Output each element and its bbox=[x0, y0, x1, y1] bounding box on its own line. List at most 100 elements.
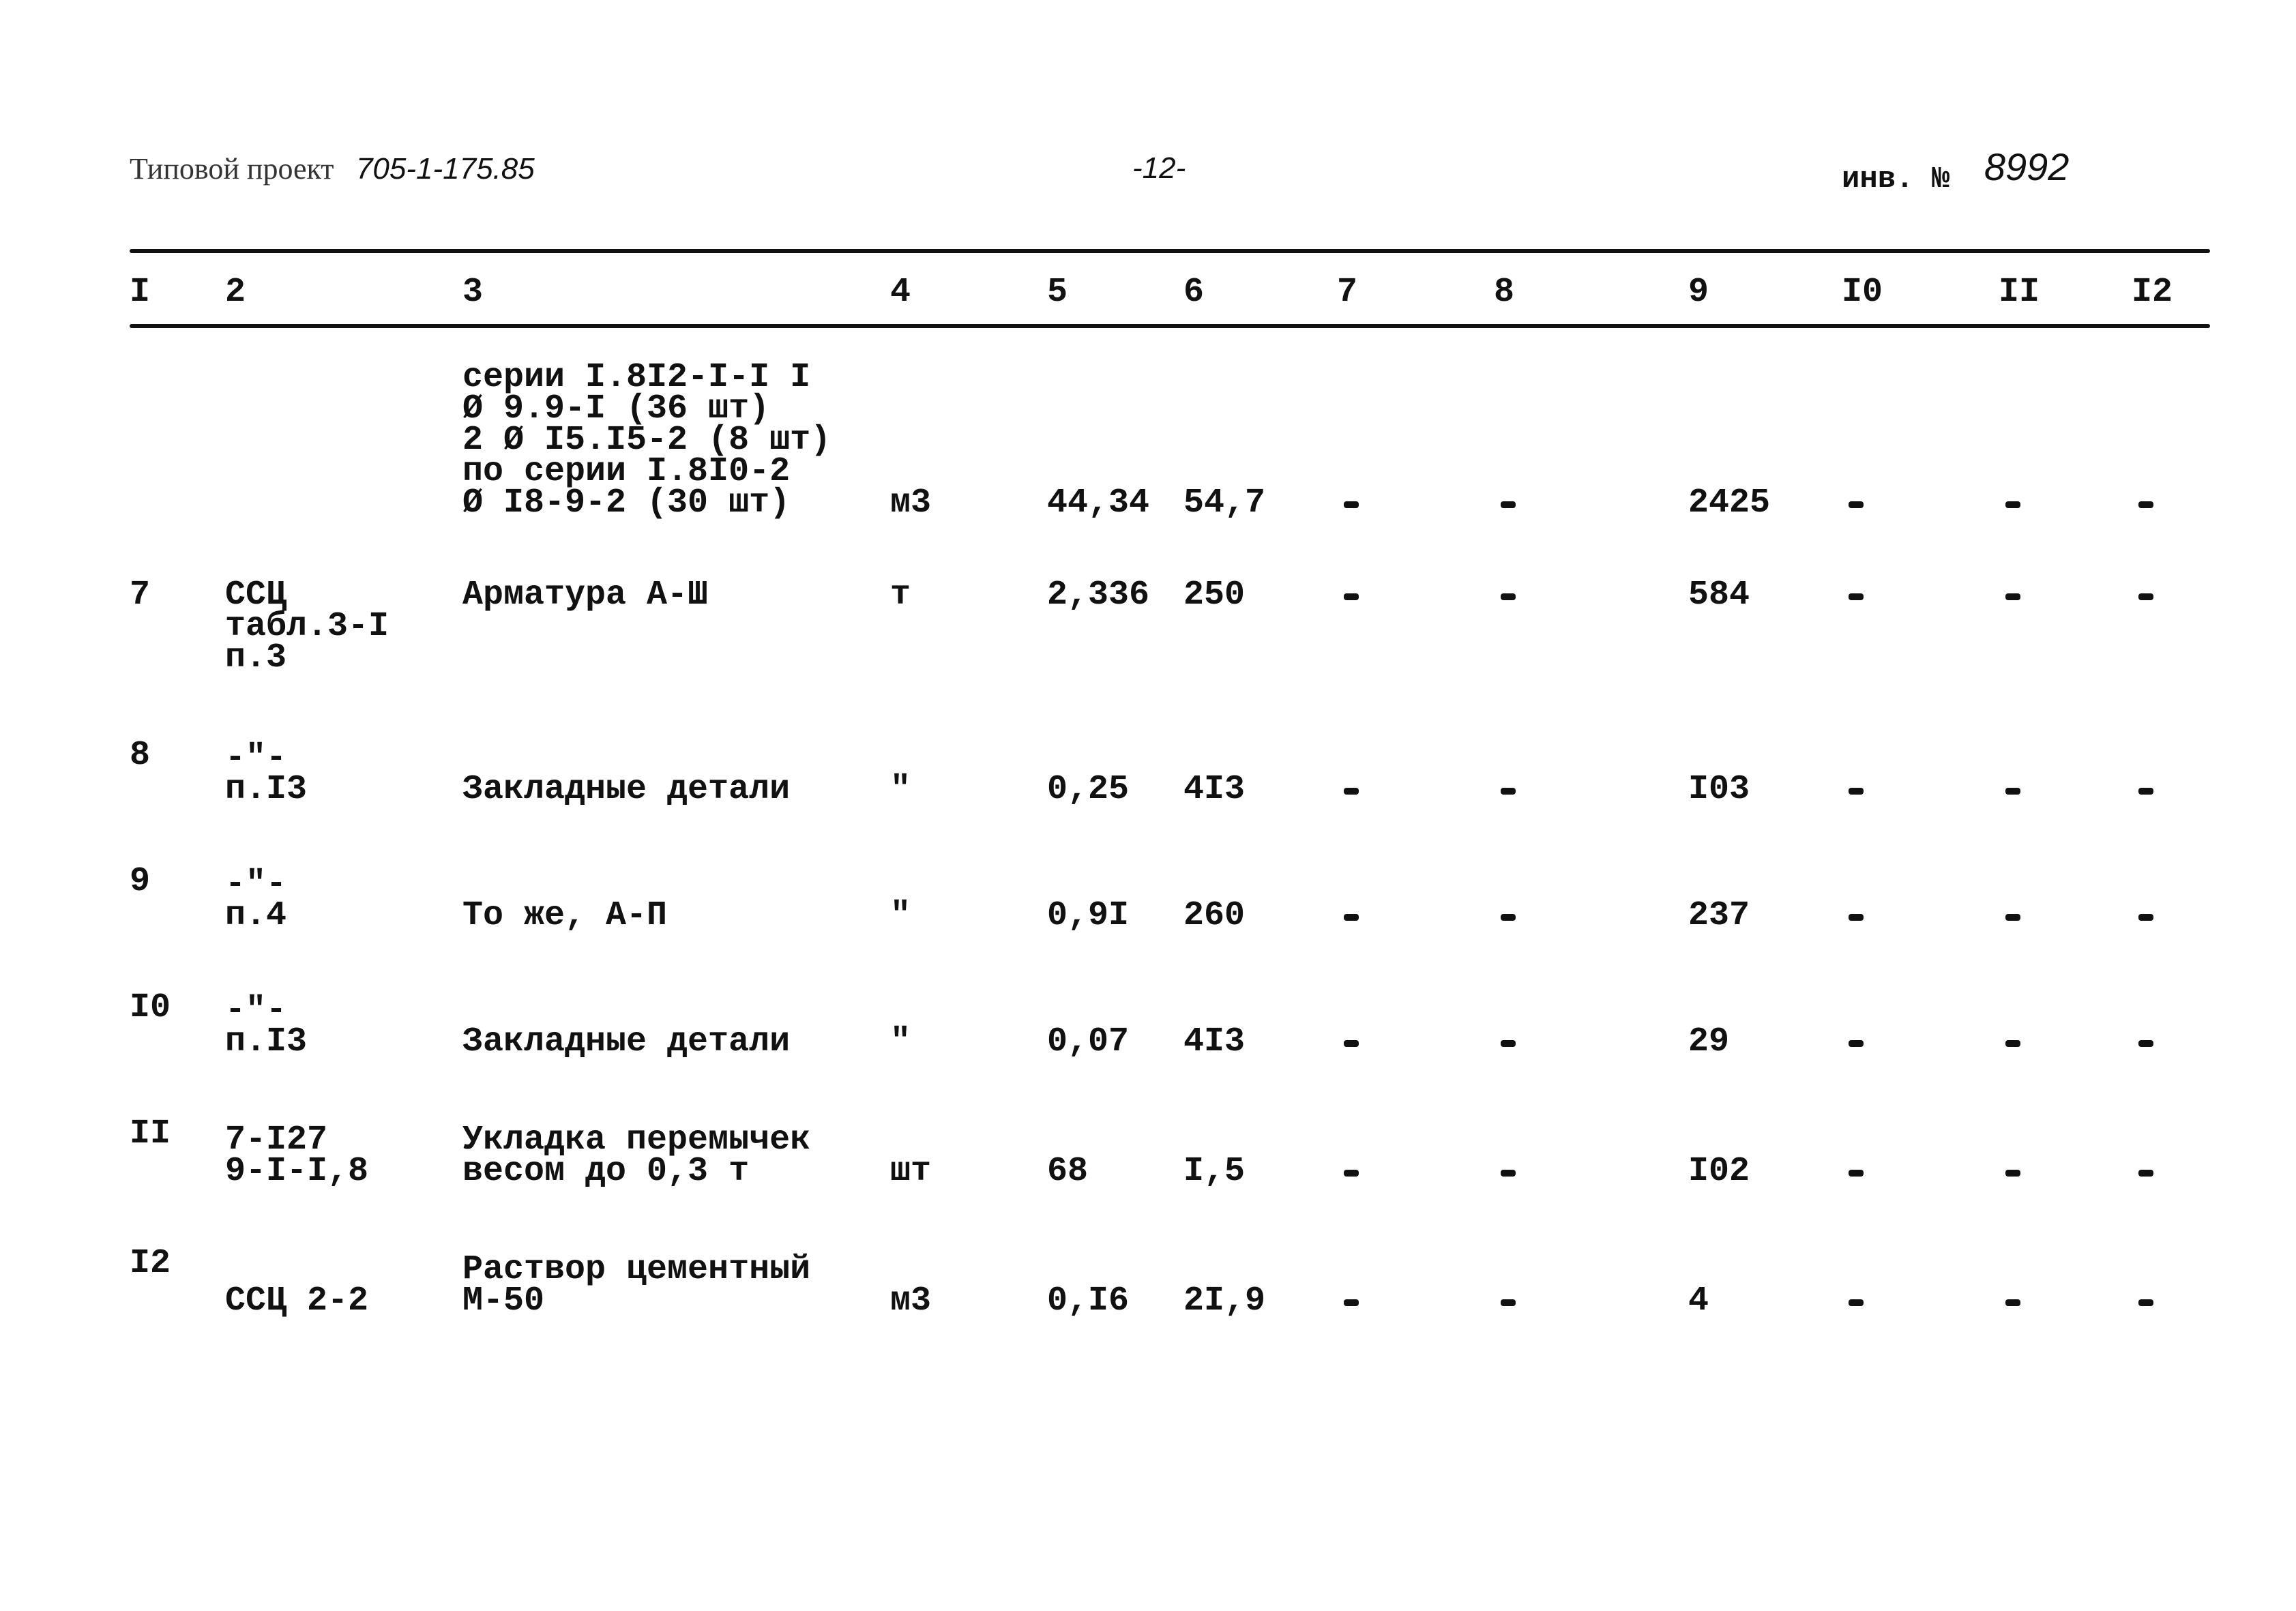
empty-cell-dash bbox=[1344, 1299, 1359, 1306]
quantity-cell: 0,I6 bbox=[1047, 1282, 1130, 1320]
total-cost-cell: 237 bbox=[1688, 896, 1750, 935]
total-cost-cell: 4 bbox=[1688, 1282, 1709, 1320]
reference-cell: -"- п.I3 bbox=[225, 991, 308, 1061]
inventory-label: инв. № bbox=[1842, 162, 1950, 196]
empty-cell-dash bbox=[1501, 1170, 1516, 1177]
work-description: Укладка перемычек весом до 0,3 т bbox=[462, 1121, 811, 1191]
unit-price-cell: 260 bbox=[1183, 896, 1246, 935]
empty-cell-dash bbox=[1501, 788, 1516, 795]
empty-cell-dash bbox=[1344, 914, 1359, 921]
inventory-value: 8992 bbox=[1984, 145, 2070, 188]
empty-cell-dash bbox=[2138, 501, 2153, 508]
item-number: 7 bbox=[130, 576, 151, 615]
empty-cell-dash bbox=[2005, 593, 2020, 600]
unit-cell: м3 bbox=[890, 484, 932, 522]
empty-cell-dash bbox=[1344, 1040, 1359, 1047]
empty-cell-dash bbox=[1849, 1299, 1864, 1306]
empty-cell-dash bbox=[2005, 1299, 2020, 1306]
unit-cell: " bbox=[890, 896, 911, 935]
empty-cell-dash bbox=[1501, 1040, 1516, 1047]
work-description: Раствор цементный М-50 bbox=[462, 1250, 811, 1320]
unit-price-cell: 4I3 bbox=[1183, 1022, 1246, 1061]
table-header-rule bbox=[130, 324, 2210, 328]
empty-cell-dash bbox=[1344, 501, 1359, 508]
project-label: Типовой проект bbox=[130, 152, 334, 186]
item-number: 8 bbox=[130, 736, 151, 775]
unit-price-cell: 54,7 bbox=[1183, 484, 1266, 522]
unit-price-cell: 250 bbox=[1183, 576, 1246, 615]
quantity-cell: 0,25 bbox=[1047, 770, 1130, 809]
empty-cell-dash bbox=[1344, 1170, 1359, 1177]
unit-price-cell: 4I3 bbox=[1183, 770, 1246, 809]
empty-cell-dash bbox=[1849, 501, 1864, 508]
column-header-3: 3 bbox=[462, 273, 484, 312]
column-header-2: 2 bbox=[225, 273, 246, 312]
reference-cell: -"- п.I3 bbox=[225, 739, 308, 809]
reference-cell: ССЦ табл.3-I п.3 bbox=[225, 576, 389, 677]
empty-cell-dash bbox=[2138, 593, 2153, 600]
page-number: -12- bbox=[1132, 151, 1186, 185]
empty-cell-dash bbox=[1849, 1170, 1864, 1177]
column-header-12: I2 bbox=[2132, 273, 2173, 312]
empty-cell-dash bbox=[2138, 788, 2153, 795]
item-number: I0 bbox=[130, 988, 171, 1027]
empty-cell-dash bbox=[1501, 914, 1516, 921]
inventory-number: инв. № 8992 bbox=[1842, 145, 2069, 196]
column-header-4: 4 bbox=[890, 273, 911, 312]
total-cost-cell: 2425 bbox=[1688, 484, 1771, 522]
item-number: II bbox=[130, 1114, 171, 1153]
empty-cell-dash bbox=[1344, 788, 1359, 795]
quantity-cell: 44,34 bbox=[1047, 484, 1150, 522]
empty-cell-dash bbox=[2138, 1170, 2153, 1177]
empty-cell-dash bbox=[2138, 1299, 2153, 1306]
total-cost-cell: I02 bbox=[1688, 1152, 1750, 1191]
unit-price-cell: I,5 bbox=[1183, 1152, 1246, 1191]
column-header-1: I bbox=[130, 273, 151, 312]
reference-cell: 7-I27 9-I-I,8 bbox=[225, 1121, 369, 1191]
quantity-cell: 0,9I bbox=[1047, 896, 1130, 935]
quantity-cell: 2,336 bbox=[1047, 576, 1150, 615]
reference-cell: -"- п.4 bbox=[225, 865, 287, 935]
empty-cell-dash bbox=[1344, 593, 1359, 600]
work-description: Закладные детали bbox=[462, 1022, 791, 1061]
project-code: 705-1-175.85 bbox=[355, 152, 535, 186]
total-cost-cell: 29 bbox=[1688, 1022, 1730, 1061]
empty-cell-dash bbox=[2005, 788, 2020, 795]
column-header-7: 7 bbox=[1337, 273, 1358, 312]
empty-cell-dash bbox=[2138, 1040, 2153, 1047]
total-cost-cell: I03 bbox=[1688, 770, 1750, 809]
empty-cell-dash bbox=[1501, 501, 1516, 508]
unit-cell: т bbox=[890, 576, 911, 615]
quantity-cell: 0,07 bbox=[1047, 1022, 1130, 1061]
reference-cell: ССЦ 2-2 bbox=[225, 1282, 369, 1320]
unit-cell: шт bbox=[890, 1152, 932, 1191]
quantity-cell: 68 bbox=[1047, 1152, 1089, 1191]
unit-cell: м3 bbox=[890, 1282, 932, 1320]
work-description: То же, А-П bbox=[462, 896, 668, 935]
empty-cell-dash bbox=[1849, 593, 1864, 600]
empty-cell-dash bbox=[1501, 1299, 1516, 1306]
empty-cell-dash bbox=[1501, 593, 1516, 600]
unit-cell: " bbox=[890, 1022, 911, 1061]
item-number: I2 bbox=[130, 1244, 171, 1283]
column-header-9: 9 bbox=[1688, 273, 1709, 312]
empty-cell-dash bbox=[2138, 914, 2153, 921]
item-number: 9 bbox=[130, 862, 151, 901]
work-description: серии I.8I2-I-I I Ø 9.9-I (36 шт) 2 Ø I5… bbox=[462, 358, 831, 522]
column-header-11: II bbox=[1999, 273, 2040, 312]
work-description: Закладные детали bbox=[462, 770, 791, 809]
empty-cell-dash bbox=[2005, 914, 2020, 921]
table-top-rule bbox=[130, 249, 2210, 253]
column-header-5: 5 bbox=[1047, 273, 1068, 312]
unit-price-cell: 2I,9 bbox=[1183, 1282, 1266, 1320]
total-cost-cell: 584 bbox=[1688, 576, 1750, 615]
project-title: Типовой проект 705-1-175.85 bbox=[130, 151, 535, 188]
empty-cell-dash bbox=[2005, 1040, 2020, 1047]
empty-cell-dash bbox=[1849, 1040, 1864, 1047]
empty-cell-dash bbox=[2005, 1170, 2020, 1177]
column-header-10: I0 bbox=[1842, 273, 1883, 312]
empty-cell-dash bbox=[1849, 788, 1864, 795]
empty-cell-dash bbox=[2005, 501, 2020, 508]
column-header-8: 8 bbox=[1494, 273, 1515, 312]
column-header-6: 6 bbox=[1183, 273, 1205, 312]
